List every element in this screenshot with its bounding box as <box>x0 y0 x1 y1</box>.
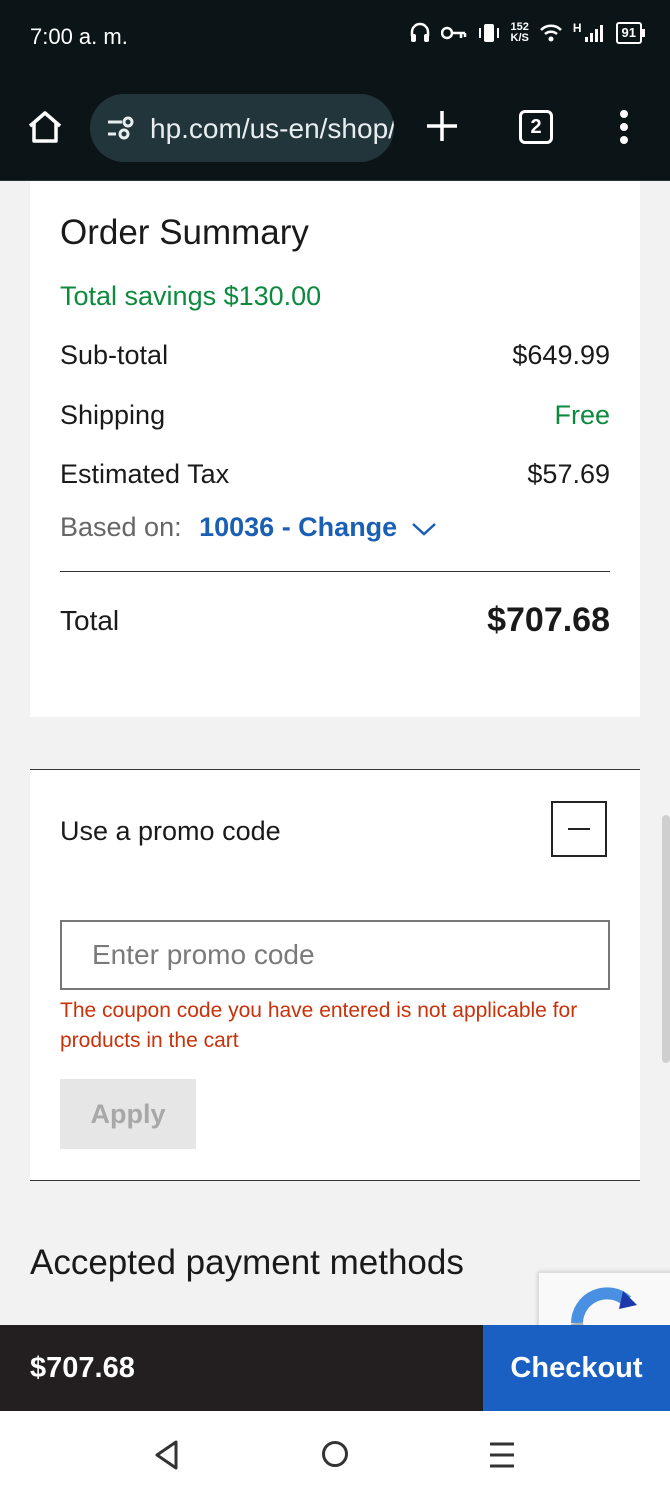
promo-code-section: Use a promo code The coupon code you hav… <box>30 769 640 1181</box>
checkout-bar: $707.68 Checkout <box>0 1325 670 1411</box>
new-tab-icon[interactable] <box>424 108 460 144</box>
apply-button[interactable]: Apply <box>60 1079 196 1149</box>
status-bar: 7:00 a. m. 152 K/S H 91 <box>0 0 670 76</box>
minus-icon <box>568 828 590 830</box>
vibrate-icon <box>478 24 499 42</box>
tax-value: $57.69 <box>527 459 610 489</box>
promo-title: Use a promo code <box>60 816 281 846</box>
more-menu-icon[interactable] <box>614 110 634 144</box>
collapse-promo-button[interactable] <box>551 801 607 857</box>
shipping-label: Shipping <box>60 400 166 430</box>
total-value: $707.68 <box>487 601 610 639</box>
scrollbar[interactable] <box>662 815 670 1063</box>
promo-code-input[interactable] <box>60 920 610 990</box>
tax-label: Estimated Tax <box>60 459 230 489</box>
checkout-total: $707.68 <box>0 1325 483 1411</box>
site-settings-icon[interactable] <box>106 116 136 140</box>
headphones-icon <box>410 22 429 42</box>
change-zip-link[interactable]: 10036 - Change <box>199 512 397 542</box>
net-speed-unit: K/S <box>510 32 529 44</box>
wifi-icon <box>539 24 562 42</box>
subtotal-label: Sub-total <box>60 340 169 370</box>
total-label: Total <box>60 605 120 636</box>
home-icon[interactable] <box>26 108 64 146</box>
total-savings: Total savings $130.00 <box>60 281 322 311</box>
home-nav-icon[interactable] <box>320 1439 350 1469</box>
tax-location: Based on: 10036 - Change <box>60 512 437 543</box>
address-bar[interactable]: hp.com/us-en/shop/cart <box>90 94 394 162</box>
net-speed: 152 K/S <box>511 22 529 44</box>
url-text: hp.com/us-en/shop/cart <box>150 113 394 144</box>
promo-error-message: The coupon code you have entered is not … <box>60 999 578 1052</box>
system-nav-bar <box>0 1411 670 1500</box>
status-time: 7:00 a. m. <box>30 24 128 49</box>
signal-icon <box>584 25 603 42</box>
shipping-value: Free <box>554 400 610 430</box>
status-icons: 152 K/S H 91 <box>409 21 646 44</box>
checkout-button[interactable]: Checkout <box>483 1325 670 1411</box>
vpn-key-icon <box>440 26 466 40</box>
recents-icon[interactable] <box>488 1441 516 1469</box>
divider <box>60 571 610 572</box>
payment-methods-title: Accepted payment methods <box>30 1243 464 1282</box>
order-summary-title: Order Summary <box>60 213 309 252</box>
back-icon[interactable] <box>152 1439 182 1471</box>
tab-switcher-button[interactable]: 2 <box>519 110 553 144</box>
network-type: H <box>572 21 582 35</box>
order-summary-card: Order Summary Total savings $130.00 Sub-… <box>30 181 640 717</box>
browser-toolbar: hp.com/us-en/shop/cart 2 <box>0 76 670 181</box>
chevron-down-icon[interactable] <box>411 521 437 537</box>
based-on-label: Based on: <box>60 512 182 542</box>
subtotal-value: $649.99 <box>512 340 610 370</box>
battery-icon: 91 <box>615 22 646 44</box>
